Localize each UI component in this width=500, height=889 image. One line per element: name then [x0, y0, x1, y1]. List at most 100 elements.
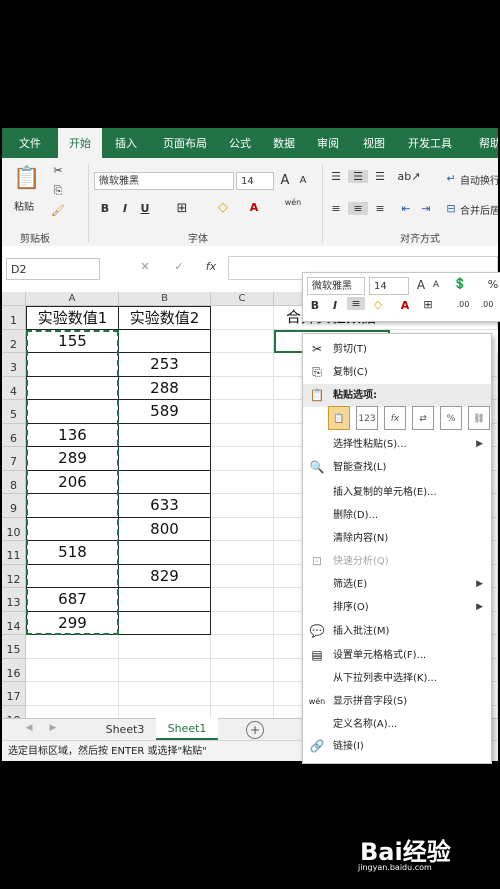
cell-b11[interactable] — [119, 541, 211, 565]
borders-icon[interactable]: ⊞ — [172, 201, 192, 216]
row-header[interactable]: 15 — [2, 635, 26, 659]
mini-borders-icon[interactable]: ⊞ — [421, 298, 435, 311]
cell-c8[interactable] — [211, 470, 274, 494]
cell-b13[interactable] — [119, 588, 211, 612]
menu-item-define-name[interactable]: 定义名称(A)... — [303, 713, 491, 736]
mini-increase-decimal-icon[interactable]: .00 — [453, 300, 473, 309]
menu-item-clear-contents[interactable]: 清除内容(N) — [303, 527, 491, 550]
fill-color-icon[interactable]: ◇ — [214, 200, 232, 215]
menu-item-insert-copied[interactable]: 插入复制的单元格(E)... — [303, 481, 491, 504]
tab-home[interactable]: 开始 — [58, 128, 102, 158]
cell-a15[interactable] — [26, 635, 119, 659]
paste-formulas-icon[interactable]: fx — [384, 406, 406, 430]
menu-item-cut[interactable]: ✂ 剪切(T) — [303, 338, 491, 361]
paste-transpose-icon[interactable]: ⇄ — [412, 406, 434, 430]
paste-link-icon[interactable]: ⛓ — [468, 406, 490, 430]
row-header[interactable]: 11 — [2, 541, 26, 565]
row-header[interactable]: 1 — [2, 306, 26, 330]
mini-percent-icon[interactable]: % — [487, 278, 499, 291]
cell-c1[interactable] — [211, 306, 274, 330]
menu-item-insert-comment[interactable]: 💬 插入批注(M) — [303, 620, 491, 643]
mini-fill-color-icon[interactable]: ◇ — [371, 298, 385, 311]
menu-item-link[interactable]: 🔗 链接(I) — [303, 735, 491, 758]
cell-c9[interactable] — [211, 494, 274, 518]
align-right-icon[interactable]: ≡ — [372, 202, 388, 215]
mini-increase-font-icon[interactable]: A — [415, 278, 427, 292]
align-top-icon[interactable]: ☰ — [328, 170, 344, 183]
paste-values-icon[interactable]: 123 — [356, 406, 378, 430]
menu-item-smart-lookup[interactable]: 🔍 智能查找(L) — [303, 456, 491, 479]
cell-c3[interactable] — [211, 353, 274, 377]
column-header-b[interactable]: B — [119, 292, 211, 306]
copy-icon[interactable]: ⎘ — [50, 184, 66, 198]
decrease-indent-icon[interactable]: ⇤ — [398, 202, 414, 215]
cell-c12[interactable] — [211, 564, 274, 588]
phonetic-icon[interactable]: wén — [282, 198, 304, 207]
cell-c7[interactable] — [211, 447, 274, 471]
cell-c6[interactable] — [211, 423, 274, 447]
cell-c4[interactable] — [211, 376, 274, 400]
enter-icon[interactable]: ✓ — [172, 260, 186, 273]
name-box[interactable]: D2 — [6, 258, 100, 280]
row-header[interactable]: 17 — [2, 682, 26, 706]
mini-bold-button[interactable]: B — [309, 299, 321, 312]
tab-formulas[interactable]: 公式 — [222, 128, 258, 158]
merge-center-button[interactable]: 合并后居中 — [460, 202, 498, 217]
cell-b15[interactable] — [119, 635, 211, 659]
menu-item-filter[interactable]: 筛选(E) ▶ — [303, 573, 491, 596]
row-header[interactable]: 14 — [2, 611, 26, 635]
row-header[interactable]: 10 — [2, 517, 26, 541]
cell-c2[interactable] — [211, 329, 274, 353]
font-color-button[interactable]: A — [246, 201, 262, 214]
italic-button[interactable]: I — [118, 202, 132, 215]
menu-item-pick-list[interactable]: 从下拉列表中选择(K)... — [303, 667, 491, 690]
select-all-corner[interactable] — [2, 292, 26, 306]
mini-decrease-decimal-icon[interactable]: .00 — [477, 300, 497, 309]
sheet-tab-sheet3[interactable]: Sheet3 — [94, 719, 157, 740]
cut-icon[interactable]: ✂ — [50, 164, 66, 177]
row-header[interactable]: 13 — [2, 588, 26, 612]
cell-a17[interactable] — [26, 682, 119, 706]
format-painter-icon[interactable]: 🖌 — [50, 204, 66, 217]
font-name-dropdown[interactable]: 微软雅黑 — [94, 172, 234, 190]
tab-data[interactable]: 数据 — [266, 128, 302, 158]
wrap-text-icon[interactable]: ↵ — [444, 172, 458, 185]
cell-b12[interactable]: 829 — [119, 564, 211, 588]
paste-icon[interactable]: 📋 — [328, 406, 350, 430]
column-header-a[interactable]: A — [26, 292, 119, 306]
sheet-tab-sheet1[interactable]: Sheet1 — [156, 718, 218, 740]
row-header[interactable]: 3 — [2, 353, 26, 377]
cell-b6[interactable] — [119, 423, 211, 447]
cell-b9[interactable]: 633 — [119, 494, 211, 518]
mini-accounting-icon[interactable]: 💲 — [451, 277, 469, 290]
cell-c11[interactable] — [211, 541, 274, 565]
paste-button-label[interactable]: 粘贴 — [14, 198, 34, 213]
align-bottom-icon[interactable]: ☰ — [372, 170, 388, 183]
merge-center-icon[interactable]: ⊟ — [444, 202, 458, 215]
mini-italic-button[interactable]: I — [329, 299, 341, 312]
tab-view[interactable]: 视图 — [356, 128, 392, 158]
row-header[interactable]: 9 — [2, 494, 26, 518]
bold-button[interactable]: B — [98, 202, 112, 215]
column-header-c[interactable]: C — [211, 292, 274, 306]
mini-decrease-font-icon[interactable]: A — [431, 280, 441, 290]
row-header[interactable]: 5 — [2, 400, 26, 424]
tab-file[interactable]: 文件 — [8, 128, 52, 158]
mini-size-dropdown[interactable]: 14 — [369, 277, 409, 295]
menu-item-paste-special[interactable]: 选择性粘贴(S)... ▶ — [303, 433, 491, 456]
mini-font-color-button[interactable]: A — [399, 299, 411, 312]
paste-formatting-icon[interactable]: % — [440, 406, 462, 430]
font-size-dropdown[interactable]: 14 — [236, 172, 274, 190]
cell-c17[interactable] — [211, 682, 274, 706]
align-left-icon[interactable]: ≡ — [328, 202, 344, 215]
row-header[interactable]: 2 — [2, 329, 26, 353]
cell-c14[interactable] — [211, 611, 274, 635]
tab-page-layout[interactable]: 页面布局 — [154, 128, 216, 158]
cell-b14[interactable] — [119, 611, 211, 635]
tab-help[interactable]: 帮助 — [470, 128, 498, 158]
orientation-icon[interactable]: ab↗ — [396, 170, 422, 183]
row-header[interactable]: 12 — [2, 564, 26, 588]
menu-item-copy[interactable]: ⎘ 复制(C) — [303, 361, 491, 384]
increase-font-icon[interactable]: A — [278, 173, 292, 188]
scroll-left-icon[interactable]: ◀ — [24, 723, 34, 733]
